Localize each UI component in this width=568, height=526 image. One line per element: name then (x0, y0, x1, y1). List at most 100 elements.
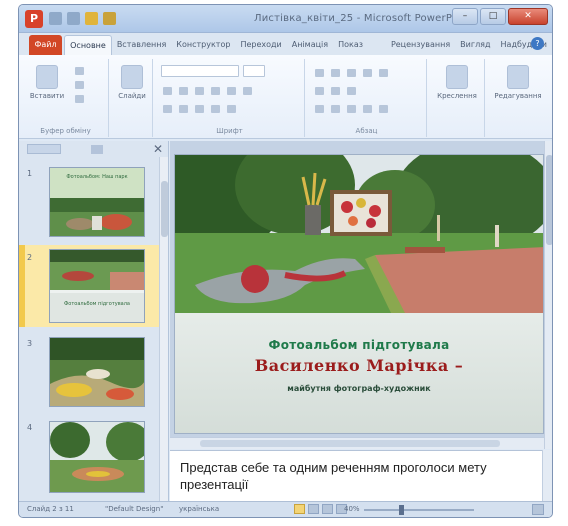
tab-insert[interactable]: Вставлення (112, 35, 171, 55)
close-pane-icon[interactable]: ✕ (153, 142, 163, 156)
cut-icon[interactable] (75, 67, 84, 75)
group-label-paragraph: Абзац (355, 127, 378, 135)
group-paragraph: Абзац (307, 59, 427, 137)
scrollbar-thumb[interactable] (546, 155, 552, 245)
change-case-icon[interactable] (163, 105, 172, 113)
font-size-combo[interactable] (243, 65, 265, 77)
scrollbar-thumb[interactable] (161, 181, 168, 237)
park-photo-thumbnail (50, 250, 144, 290)
slides-pane-scrollbar[interactable] (159, 157, 168, 503)
decrease-indent-icon[interactable] (347, 69, 356, 77)
editing-button[interactable]: Редагування (489, 65, 547, 100)
columns-icon[interactable] (379, 105, 388, 113)
group-clipboard: Вставити Буфер обміну (23, 59, 109, 137)
slide-horizontal-scrollbar[interactable] (170, 437, 544, 449)
align-text-icon[interactable] (331, 87, 340, 95)
bullets-icon[interactable] (315, 69, 324, 77)
slides-button[interactable]: Слайди (117, 65, 147, 100)
increase-indent-icon[interactable] (363, 69, 372, 77)
group-font: Шрифт (155, 59, 305, 137)
slides-pane: ✕ 1 Фотоальбом: Наш парк 2 Фотоальбом пі… (19, 141, 169, 503)
group-label-clipboard: Буфер обміну (40, 127, 91, 135)
save-icon[interactable] (49, 12, 62, 25)
tab-home[interactable]: Основне (64, 35, 112, 55)
format-painter-icon[interactable] (75, 95, 84, 103)
slide-sorter-icon[interactable] (308, 504, 319, 514)
font-name-combo[interactable] (161, 65, 239, 77)
fit-to-window-icon[interactable] (532, 504, 544, 515)
notes-pane[interactable]: Представ себе та одним реченням проголос… (170, 450, 544, 503)
line-spacing-icon[interactable] (379, 69, 388, 77)
tab-slideshow[interactable]: Показ слайдів (333, 35, 386, 69)
reading-view-icon[interactable] (322, 504, 333, 514)
slide-thumbnail[interactable]: Фотоальбом підготувала (49, 249, 145, 323)
redo-icon[interactable] (85, 12, 98, 25)
maximize-button[interactable]: □ (480, 8, 506, 25)
paste-button[interactable]: Вставити (27, 65, 67, 100)
font-color-row (163, 105, 236, 113)
grow-font-icon[interactable] (195, 105, 204, 113)
slide-thumbnail-row-selected[interactable]: 2 Фотоальбом підготувала (19, 245, 159, 327)
numbering-icon[interactable] (331, 69, 340, 77)
slide-number: 3 (27, 339, 33, 348)
open-folder-icon[interactable] (103, 12, 116, 25)
align-left-icon[interactable] (315, 105, 324, 113)
italic-icon[interactable] (179, 87, 188, 95)
notes-scrollbar[interactable] (542, 450, 552, 503)
slide-thumbnail-row[interactable]: 1 Фотоальбом: Наш парк (19, 161, 159, 241)
slide-thumbnail[interactable] (49, 337, 145, 407)
zoom-slider-handle[interactable] (399, 505, 404, 515)
tab-view[interactable]: Вигляд (455, 35, 495, 55)
status-bar: Слайд 2 з 11 "Default Design" українська… (19, 501, 552, 517)
slide-number: 1 (27, 169, 33, 178)
group-drawing: Креслення (429, 59, 485, 137)
theme-name: "Default Design" (105, 505, 164, 513)
powerpoint-app-icon[interactable]: P (25, 10, 43, 28)
underline-icon[interactable] (195, 87, 204, 95)
shrink-font-icon[interactable] (211, 105, 220, 113)
clipboard-mini-buttons (75, 67, 84, 103)
slide-text-area[interactable]: Фотоальбом підготувала Василенко Марічка… (175, 313, 543, 433)
clear-format-icon[interactable] (227, 105, 236, 113)
garden-photo-thumbnail (50, 338, 144, 406)
minimize-button[interactable]: – (452, 8, 478, 25)
strikethrough-icon[interactable] (227, 87, 236, 95)
group-editing: Редагування (487, 59, 549, 137)
tab-outline-pane[interactable] (91, 144, 103, 154)
tab-file[interactable]: Файл (29, 35, 63, 55)
bold-icon[interactable] (163, 87, 172, 95)
slide-thumbnail-row[interactable]: 4 (19, 415, 159, 497)
slide-thumbnail[interactable]: Фотоальбом: Наш парк (49, 167, 145, 237)
copy-icon[interactable] (75, 81, 84, 89)
current-slide[interactable]: Фотоальбом підготувала Василенко Марічка… (174, 154, 544, 434)
zoom-level[interactable]: 40% (344, 505, 360, 513)
tab-design[interactable]: Конструктор (171, 35, 235, 55)
shadow-icon[interactable] (211, 87, 220, 95)
tab-animations[interactable]: Анімація (287, 35, 333, 55)
slide-thumbnail-row[interactable]: 3 (19, 331, 159, 411)
slide-vertical-scrollbar[interactable] (544, 141, 552, 449)
smartart-icon[interactable] (347, 87, 356, 95)
justify-icon[interactable] (363, 105, 372, 113)
tab-review[interactable]: Рецензування (386, 35, 455, 55)
drawing-button[interactable]: Креслення (431, 65, 483, 100)
tab-slides-pane[interactable] (27, 144, 61, 154)
language-indicator[interactable]: українська (179, 505, 219, 513)
help-icon[interactable]: ? (531, 37, 544, 50)
undo-icon[interactable] (67, 12, 80, 25)
normal-view-icon[interactable] (294, 504, 305, 514)
spacing-icon[interactable] (243, 87, 252, 95)
scrollbar-thumb[interactable] (200, 440, 500, 447)
font-color-icon[interactable] (179, 105, 188, 113)
slide-thumbnail[interactable] (49, 421, 145, 493)
park-photo-thumbnail (50, 198, 144, 236)
zoom-slider[interactable] (364, 509, 474, 511)
paragraph-row-1 (315, 69, 388, 77)
align-center-icon[interactable] (331, 105, 340, 113)
window-title: Листівка_квіти_25 - Microsoft PowerPoint (254, 13, 472, 24)
close-button[interactable]: ✕ (508, 8, 548, 25)
text-direction-icon[interactable] (315, 87, 324, 95)
find-icon (507, 65, 529, 89)
tab-transitions[interactable]: Переходи (235, 35, 286, 55)
align-right-icon[interactable] (347, 105, 356, 113)
